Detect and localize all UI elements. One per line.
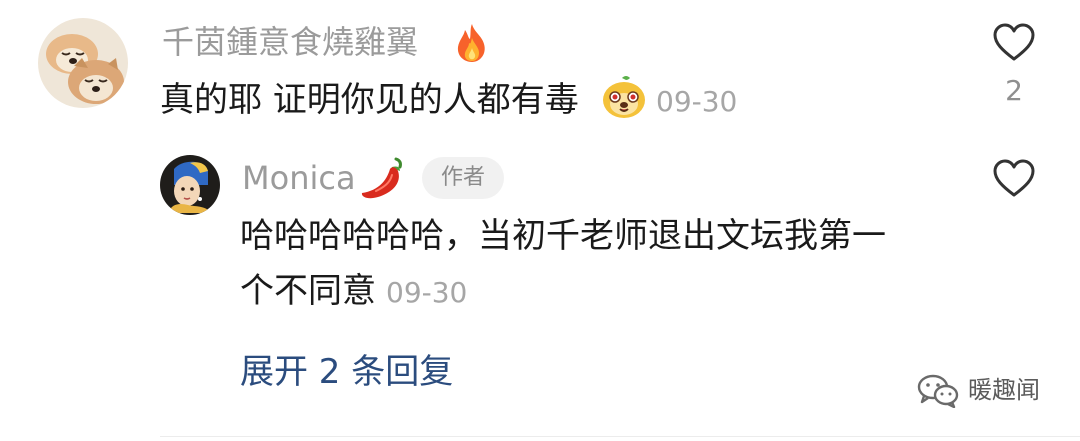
girl-with-pearl-earring-avatar-icon (160, 155, 220, 215)
like-button[interactable] (992, 158, 1036, 198)
comment-timestamp: 09-30 (656, 85, 738, 118)
watermark-text: 暖趣闻 (968, 376, 1040, 404)
shiba-dogs-avatar-icon (38, 18, 128, 108)
fire-icon (452, 22, 492, 64)
chili-pepper-icon (358, 155, 408, 201)
username-text: Monica (242, 159, 356, 197)
comment-username[interactable]: 千茵鍾意食燒雞翼 (162, 22, 418, 62)
expand-replies-link[interactable]: 展开 2 条回复 (240, 350, 453, 394)
divider (160, 436, 1080, 437)
heart-icon (993, 23, 1035, 61)
comment-thread: 千茵鍾意食燒雞翼 真的耶 证明你见的人都有毒 09-30 2 Monica 作者… (0, 0, 1080, 441)
smiling-mascot-emoji-icon (600, 74, 648, 120)
author-badge: 作者 (422, 157, 504, 199)
heart-icon (993, 159, 1035, 197)
reply-username[interactable]: Monica (242, 158, 356, 198)
wechat-icon (917, 374, 959, 408)
like-button[interactable] (992, 22, 1036, 62)
username-text: 千茵鍾意食燒雞翼 (162, 23, 419, 61)
reply-text: 个不同意 (240, 271, 376, 311)
comment-text: 真的耶 证明你见的人都有毒 (160, 80, 579, 120)
avatar[interactable] (160, 155, 220, 215)
avatar[interactable] (38, 18, 128, 108)
like-count: 2 (1005, 74, 1023, 107)
reply-text-line-1: 哈哈哈哈哈哈，当初千老师退出文坛我第一 (240, 216, 886, 256)
reply-timestamp: 09-30 (386, 276, 468, 309)
watermark: 暖趣闻 (916, 370, 1040, 410)
comment-text-row: 真的耶 证明你见的人都有毒 (160, 78, 579, 122)
reply-text-line-2: 个不同意 09-30 (240, 269, 467, 315)
